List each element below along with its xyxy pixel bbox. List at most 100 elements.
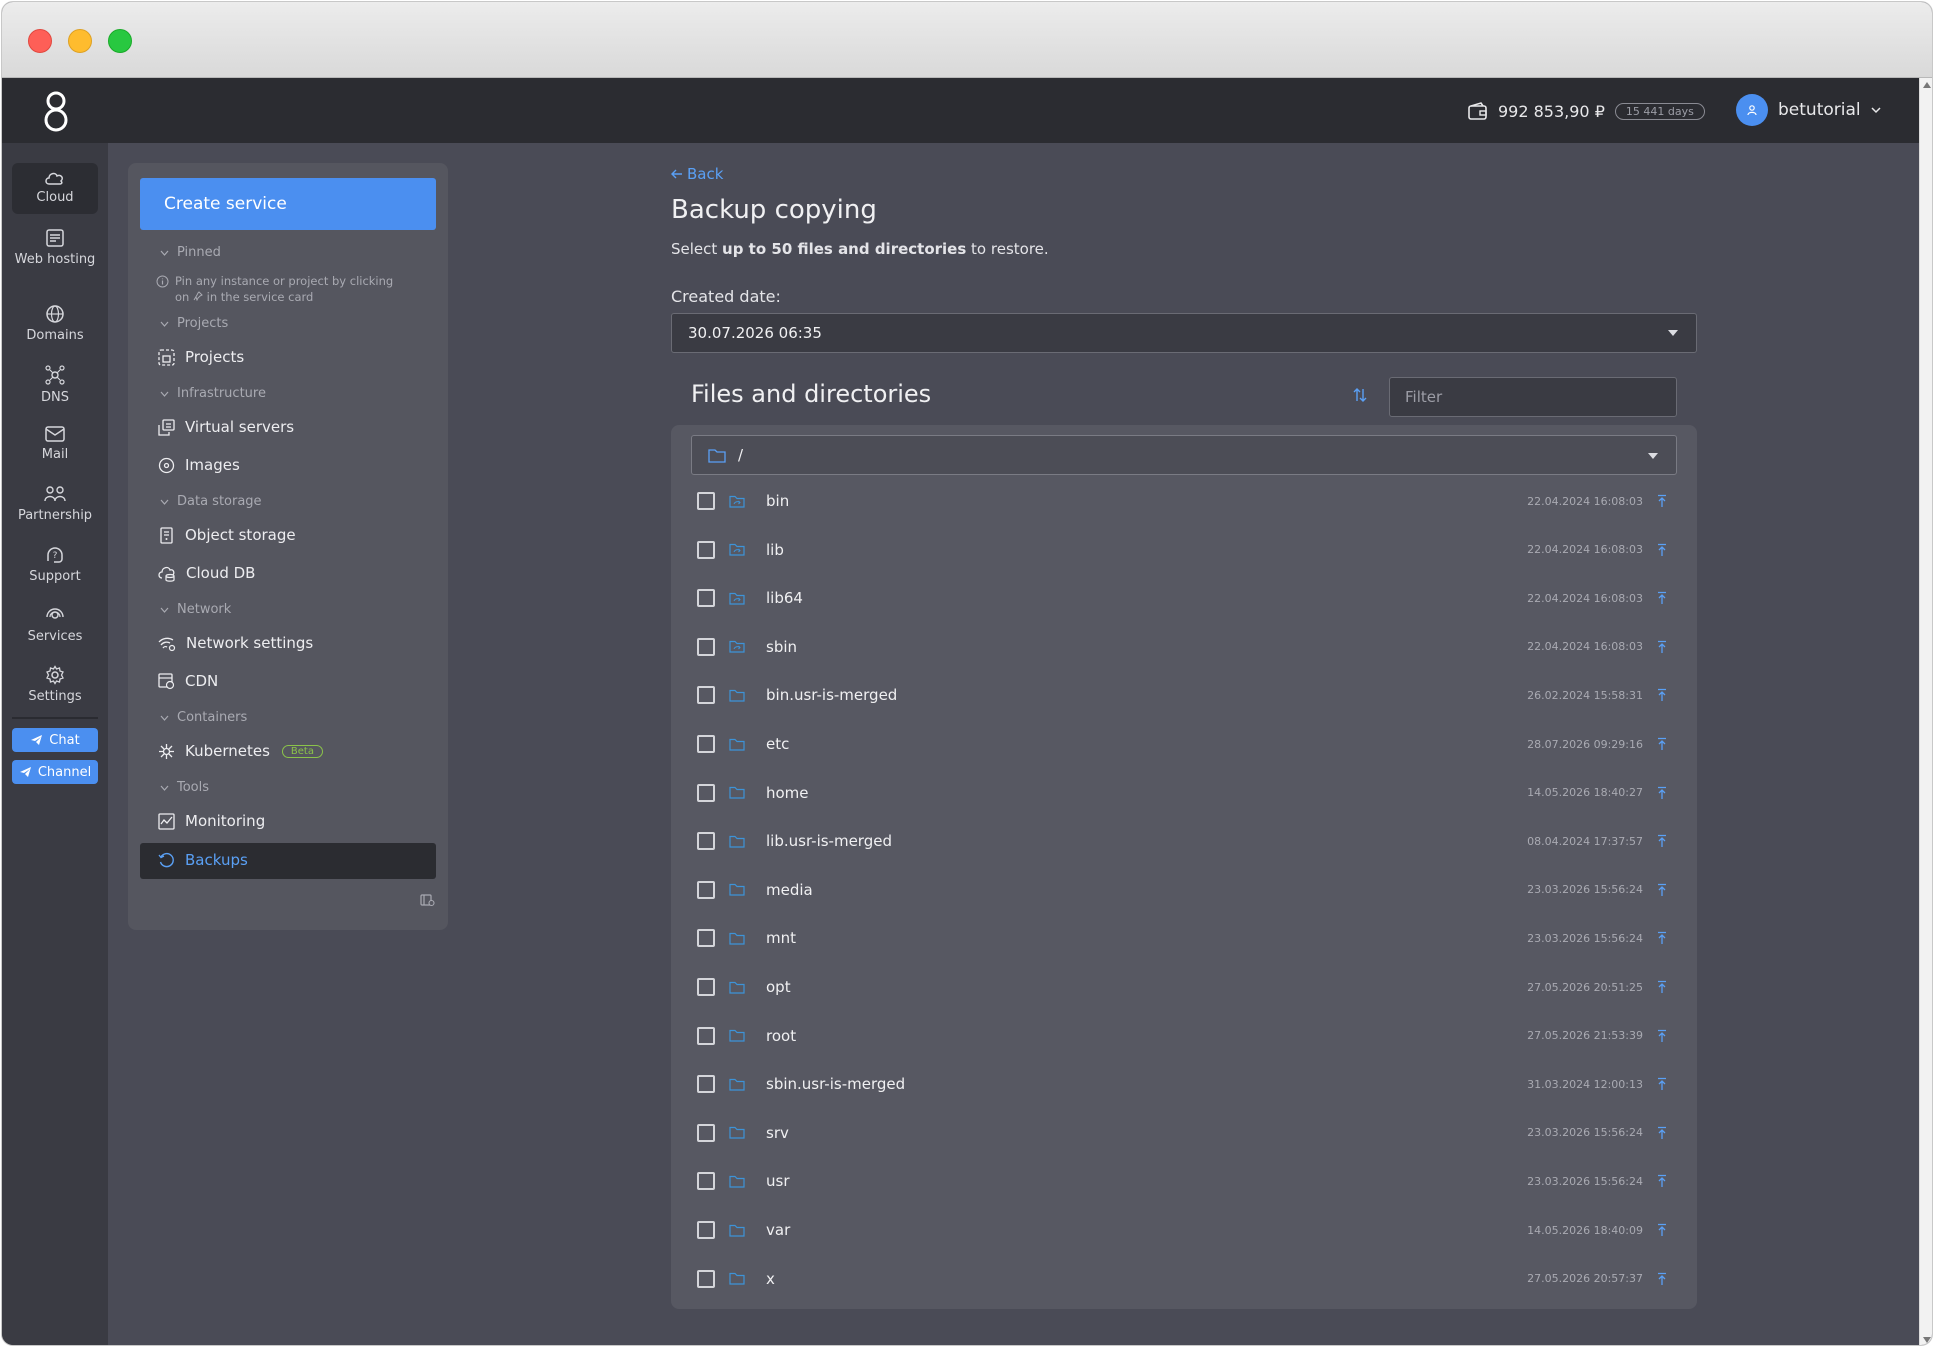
restore-icon[interactable]	[1657, 1272, 1667, 1286]
restore-icon[interactable]	[1657, 640, 1667, 654]
rail-item-web-hosting[interactable]: Web hosting	[12, 228, 98, 267]
restore-icon[interactable]	[1657, 1174, 1667, 1188]
file-name[interactable]: x	[766, 1270, 775, 1288]
row-checkbox[interactable]	[697, 637, 715, 656]
file-name[interactable]: sbin.usr-is-merged	[766, 1075, 905, 1093]
rail-item-dns[interactable]: DNS	[12, 364, 98, 405]
rail-item-settings[interactable]: Settings	[12, 665, 98, 704]
file-name[interactable]: lib64	[766, 589, 803, 607]
restore-icon[interactable]	[1657, 688, 1667, 702]
section-data-storage[interactable]: Data storage	[160, 494, 262, 509]
row-checkbox[interactable]	[697, 1075, 715, 1094]
file-row[interactable]: srv 23.03.2026 15:56:24	[671, 1109, 1697, 1157]
row-checkbox[interactable]	[697, 492, 715, 510]
file-name[interactable]: usr	[766, 1172, 790, 1190]
nav-projects[interactable]: Projects	[158, 348, 244, 366]
file-row[interactable]: lib.usr-is-merged 08.04.2024 17:37:57	[671, 817, 1697, 865]
restore-icon[interactable]	[1657, 1077, 1667, 1091]
row-checkbox[interactable]	[697, 832, 715, 851]
nav-cdn[interactable]: CDN	[158, 672, 218, 690]
file-row[interactable]: media 23.03.2026 15:56:24	[671, 866, 1697, 914]
pin-panel-icon[interactable]	[420, 894, 435, 907]
row-checkbox[interactable]	[697, 880, 715, 899]
row-checkbox[interactable]	[697, 540, 715, 559]
brand-logo[interactable]	[38, 88, 74, 134]
nav-monitoring[interactable]: Monitoring	[158, 812, 265, 830]
file-row[interactable]: bin.usr-is-merged 26.02.2024 15:58:31	[671, 671, 1697, 719]
restore-icon[interactable]	[1657, 980, 1667, 994]
balance-widget[interactable]: 992 853,90 ₽ 15 441 days	[1468, 98, 1705, 124]
row-checkbox[interactable]	[697, 735, 715, 753]
scroll-up-arrow[interactable]	[1923, 82, 1931, 88]
file-name[interactable]: sbin	[766, 638, 797, 656]
created-date-select[interactable]: 30.07.2026 06:35	[671, 313, 1697, 353]
file-row[interactable]: bin 22.04.2024 16:08:03	[671, 477, 1697, 525]
file-name[interactable]: bin	[766, 492, 789, 510]
minimize-window-button[interactable]	[68, 29, 92, 53]
file-row[interactable]: sbin.usr-is-merged 31.03.2024 12:00:13	[671, 1060, 1697, 1108]
restore-icon[interactable]	[1657, 834, 1667, 848]
file-name[interactable]: home	[766, 784, 809, 802]
file-row[interactable]: usr 23.03.2026 15:56:24	[671, 1157, 1697, 1205]
sort-icon[interactable]	[1352, 387, 1368, 403]
close-window-button[interactable]	[28, 29, 52, 53]
file-name[interactable]: media	[766, 881, 813, 899]
file-name[interactable]: lib.usr-is-merged	[766, 832, 892, 850]
row-checkbox[interactable]	[697, 1221, 715, 1239]
nav-backups[interactable]: Backups	[158, 851, 248, 869]
file-name[interactable]: var	[766, 1221, 790, 1239]
row-checkbox[interactable]	[697, 978, 715, 996]
restore-icon[interactable]	[1657, 737, 1667, 751]
nav-kubernetes[interactable]: Kubernetes Beta	[158, 742, 323, 760]
path-select[interactable]: /	[691, 435, 1677, 475]
row-checkbox[interactable]	[697, 1123, 715, 1142]
nav-network-settings[interactable]: Network settings	[158, 634, 313, 652]
nav-cloud-db[interactable]: Cloud DB	[158, 564, 255, 582]
restore-icon[interactable]	[1657, 883, 1667, 897]
restore-icon[interactable]	[1657, 494, 1667, 508]
page-scrollbar[interactable]	[1919, 78, 1932, 1345]
file-row[interactable]: mnt 23.03.2026 15:56:24	[671, 914, 1697, 962]
section-containers[interactable]: Containers	[160, 710, 247, 725]
user-menu[interactable]: betutorial	[1736, 94, 1881, 126]
file-name[interactable]: etc	[766, 735, 789, 753]
back-link[interactable]: Back	[671, 165, 723, 183]
row-checkbox[interactable]	[697, 1269, 715, 1288]
create-service-button[interactable]: Create service	[140, 178, 436, 230]
file-row[interactable]: lib64 22.04.2024 16:08:03	[671, 574, 1697, 622]
rail-item-mail[interactable]: Mail	[12, 425, 98, 462]
chat-button[interactable]: Chat	[12, 728, 98, 752]
row-checkbox[interactable]	[697, 686, 715, 705]
section-tools[interactable]: Tools	[160, 780, 209, 795]
row-checkbox[interactable]	[697, 1026, 715, 1045]
file-row[interactable]: lib 22.04.2024 16:08:03	[671, 526, 1697, 574]
restore-icon[interactable]	[1657, 1126, 1667, 1140]
file-row[interactable]: sbin 22.04.2024 16:08:03	[671, 623, 1697, 671]
rail-item-cloud[interactable]: Cloud	[12, 163, 98, 214]
restore-icon[interactable]	[1657, 1223, 1667, 1237]
file-row[interactable]: root 27.05.2026 21:53:39	[671, 1012, 1697, 1060]
restore-icon[interactable]	[1657, 543, 1667, 557]
restore-icon[interactable]	[1657, 786, 1667, 800]
nav-object-storage[interactable]: Object storage	[158, 526, 296, 544]
channel-button[interactable]: Channel	[12, 760, 98, 784]
nav-virtual-servers[interactable]: Virtual servers	[158, 418, 294, 436]
file-name[interactable]: root	[766, 1027, 796, 1045]
file-row[interactable]: etc 28.07.2026 09:29:16	[671, 720, 1697, 768]
rail-item-support[interactable]: ? Support	[12, 545, 98, 584]
restore-icon[interactable]	[1657, 1029, 1667, 1043]
section-network[interactable]: Network	[160, 602, 231, 617]
file-row[interactable]: home 14.05.2026 18:40:27	[671, 769, 1697, 817]
file-row[interactable]: x 27.05.2026 20:57:37	[671, 1255, 1697, 1303]
file-name[interactable]: bin.usr-is-merged	[766, 686, 897, 704]
restore-icon[interactable]	[1657, 591, 1667, 605]
row-checkbox[interactable]	[697, 1172, 715, 1191]
rail-item-partnership[interactable]: Partnership	[12, 484, 98, 523]
file-name[interactable]: mnt	[766, 929, 796, 947]
file-name[interactable]: srv	[766, 1124, 789, 1142]
file-row[interactable]: opt 27.05.2026 20:51:25	[671, 963, 1697, 1011]
file-row[interactable]: var 14.05.2026 18:40:09	[671, 1206, 1697, 1254]
rail-item-domains[interactable]: Domains	[12, 304, 98, 343]
row-checkbox[interactable]	[697, 589, 715, 608]
file-name[interactable]: lib	[766, 541, 784, 559]
